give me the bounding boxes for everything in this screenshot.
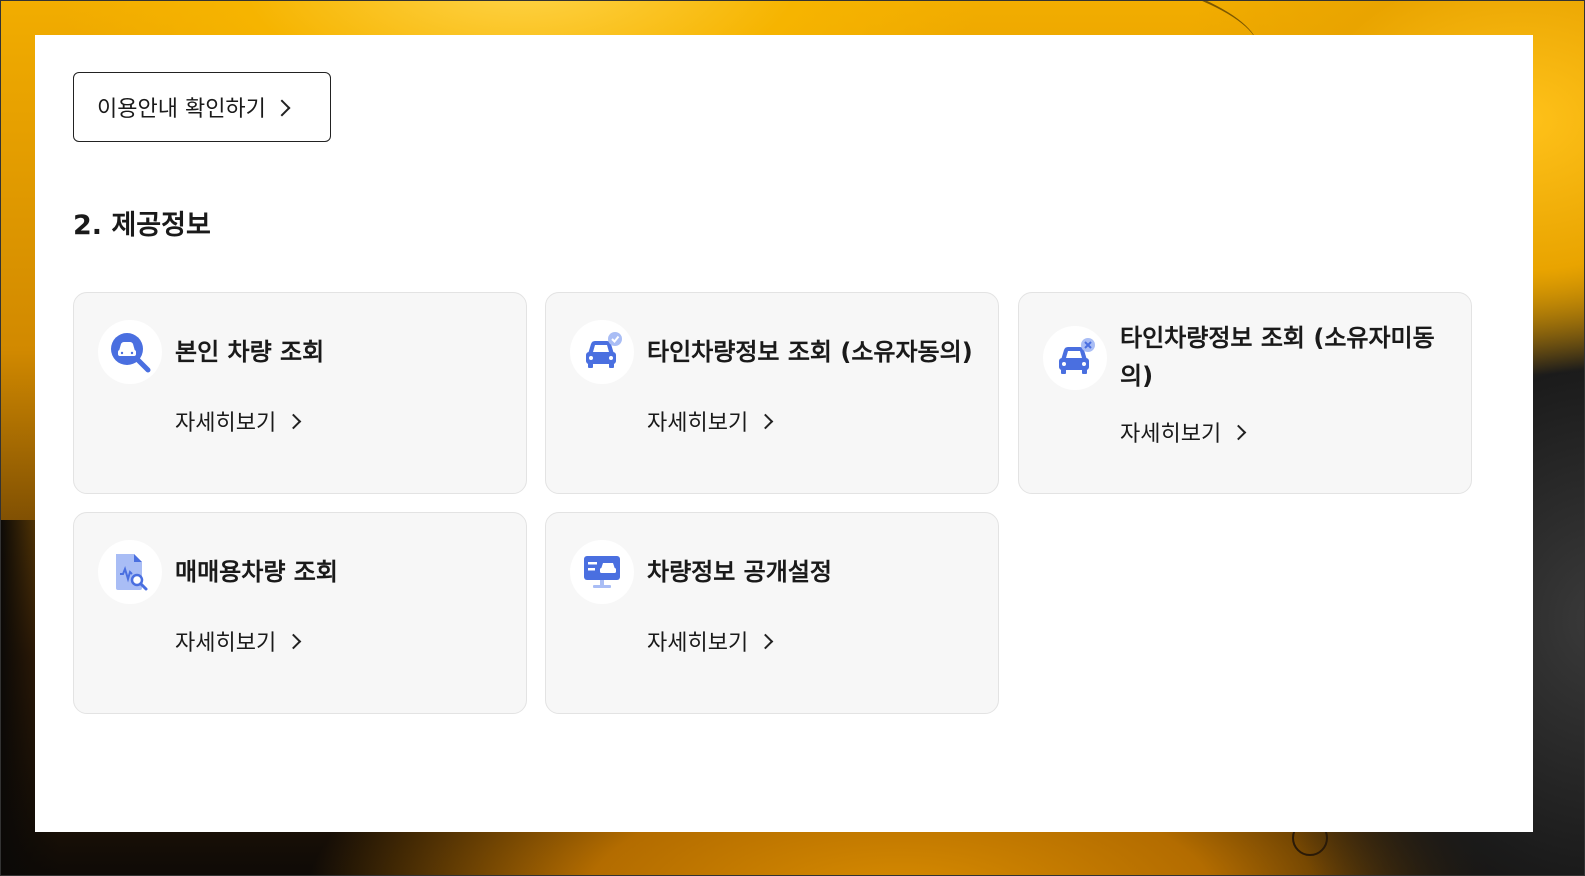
usage-guide-label: 이용안내 확인하기 [97, 97, 266, 122]
details-link[interactable]: 자세히보기 [175, 625, 302, 657]
usage-guide-button[interactable]: 이용안내 확인하기 [73, 72, 331, 142]
details-link[interactable]: 자세히보기 [647, 405, 774, 437]
details-link-label: 자세히보기 [175, 411, 277, 436]
car-x-icon [1043, 326, 1107, 390]
card-title: 본인 차량 조회 [175, 338, 325, 366]
details-link[interactable]: 자세히보기 [647, 625, 774, 657]
card-other-vehicle-consent[interactable]: 타인차량정보 조회 (소유자동의) 자세히보기 [545, 292, 999, 494]
car-check-icon [570, 320, 634, 384]
details-link[interactable]: 자세히보기 [175, 405, 302, 437]
details-link-label: 자세히보기 [175, 631, 277, 656]
details-link-label: 자세히보기 [647, 411, 749, 436]
card-title: 매매용차량 조회 [175, 558, 338, 586]
chevron-right-icon [285, 413, 302, 430]
card-title: 타인차량정보 조회 (소유자미동의) [1120, 324, 1435, 390]
document-search-icon [98, 540, 162, 604]
content-panel: 이용안내 확인하기 2. 제공정보 본인 차량 조회 자세히보기 타인차량정보 … [35, 35, 1533, 832]
car-search-icon [98, 320, 162, 384]
card-title: 차량정보 공개설정 [647, 558, 832, 586]
card-vehicle-disclosure-settings[interactable]: 차량정보 공개설정 자세히보기 [545, 512, 999, 714]
card-sale-vehicle[interactable]: 매매용차량 조회 자세히보기 [73, 512, 527, 714]
card-title: 타인차량정보 조회 (소유자동의) [647, 338, 973, 366]
card-other-vehicle-no-consent[interactable]: 타인차량정보 조회 (소유자미동의) 자세히보기 [1018, 292, 1472, 494]
section-title: 2. 제공정보 [73, 210, 211, 241]
chevron-right-icon [285, 633, 302, 650]
chevron-right-icon [273, 99, 291, 116]
monitor-car-icon [570, 540, 634, 604]
details-link-label: 자세히보기 [647, 631, 749, 656]
details-link-label: 자세히보기 [1120, 422, 1222, 447]
chevron-right-icon [1230, 424, 1247, 441]
details-link[interactable]: 자세히보기 [1120, 416, 1247, 448]
chevron-right-icon [757, 633, 774, 650]
card-my-vehicle[interactable]: 본인 차량 조회 자세히보기 [73, 292, 527, 494]
chevron-right-icon [757, 413, 774, 430]
